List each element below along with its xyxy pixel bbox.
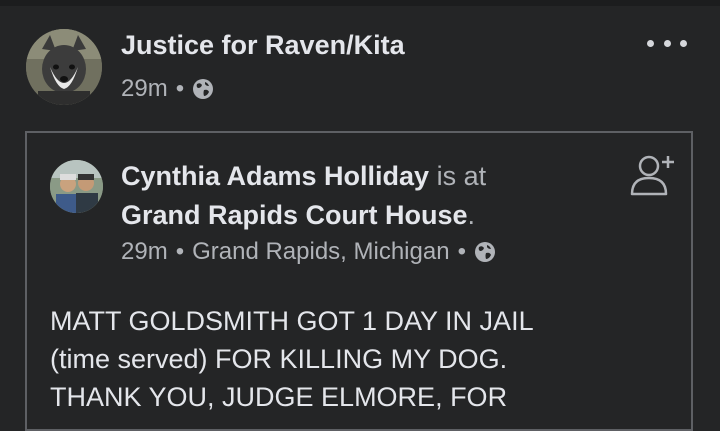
post-time[interactable]: 29m <box>121 75 168 103</box>
more-options-icon <box>647 39 654 47</box>
meta-separator: • <box>457 238 466 265</box>
page-name-link[interactable]: Justice for Raven/Kita <box>121 30 405 61</box>
husky-dog-image <box>26 29 102 105</box>
top-divider <box>0 0 720 6</box>
place-suffix: . <box>467 200 476 230</box>
location-link[interactable]: Grand Rapids, Michigan <box>192 238 449 266</box>
page-avatar[interactable] <box>26 29 102 105</box>
more-options-button[interactable] <box>647 32 687 54</box>
author-name-link[interactable]: Cynthia Adams Holliday <box>121 161 429 191</box>
meta-separator: • <box>175 75 185 102</box>
author-avatar[interactable] <box>50 160 103 213</box>
globe-icon <box>192 78 214 100</box>
add-friend-button[interactable] <box>628 150 678 200</box>
post-body-text: MATT GOLDSMITH GOT 1 DAY IN JAIL (time s… <box>50 306 534 412</box>
shared-post-meta: 29m • Grand Rapids, Michigan • <box>121 238 496 266</box>
shared-post-header: Cynthia Adams Holliday is at Grand Rapid… <box>121 157 601 235</box>
place-link[interactable]: Grand Rapids Court House <box>121 200 468 230</box>
globe-icon <box>474 241 496 263</box>
is-at-text: is at <box>436 161 487 191</box>
meta-separator: • <box>175 238 185 265</box>
shared-post-time[interactable]: 29m <box>121 238 168 266</box>
add-friend-icon <box>630 155 674 196</box>
author-photo <box>50 160 103 213</box>
post-meta: 29m • <box>121 75 214 103</box>
